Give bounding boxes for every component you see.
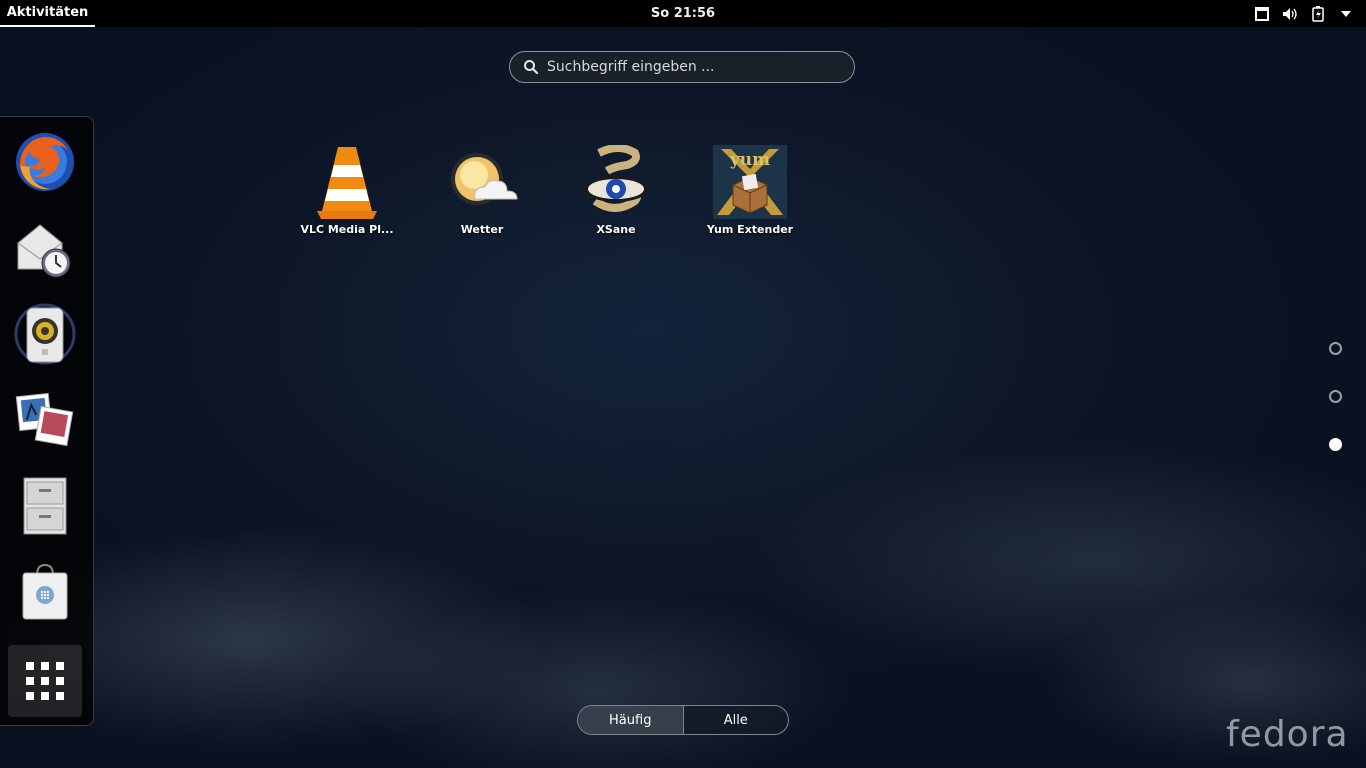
app-wetter[interactable]: Wetter [417, 145, 547, 236]
svg-text:yum: yum [729, 150, 770, 170]
menu-arrow-icon[interactable] [1338, 6, 1354, 22]
window-icon[interactable] [1254, 6, 1270, 22]
show-applications-button[interactable] [8, 645, 82, 717]
vlc-cone-icon [310, 145, 384, 219]
dash [0, 116, 94, 726]
files-cabinet-icon[interactable] [10, 471, 80, 541]
all-tab[interactable]: Alle [684, 706, 789, 734]
xsane-eye-icon [579, 145, 653, 219]
software-bag-icon[interactable] [10, 557, 80, 627]
weather-icon [445, 145, 519, 219]
search-box[interactable] [509, 51, 855, 83]
app-yum-extender[interactable]: yum Yum Extender [685, 145, 815, 236]
top-bar: Aktivitäten So 21:56 [0, 0, 1366, 27]
frequent-tab[interactable]: Häufig [578, 706, 684, 734]
search-input[interactable] [547, 59, 837, 75]
page-indicator-2[interactable] [1329, 390, 1342, 403]
view-switch: Häufig Alle [577, 705, 789, 735]
yum-extender-icon: yum [713, 145, 787, 219]
grid-icon [26, 662, 64, 700]
app-label: VLC Media Pl... [300, 223, 394, 236]
fedora-watermark: fedora [1226, 714, 1349, 755]
app-xsane[interactable]: XSane [551, 145, 681, 236]
app-vlc[interactable]: VLC Media Pl... [282, 145, 412, 236]
shotwell-photos-icon[interactable] [10, 385, 80, 455]
page-indicator-1[interactable] [1329, 342, 1342, 355]
volume-icon[interactable] [1282, 6, 1298, 22]
app-label: Wetter [460, 223, 504, 236]
page-indicator-3[interactable] [1329, 438, 1342, 451]
app-label: XSane [596, 223, 636, 236]
app-label: Yum Extender [706, 223, 794, 236]
system-tray[interactable] [1254, 0, 1354, 27]
clock-label[interactable]: So 21:56 [651, 6, 715, 21]
evolution-mail-icon[interactable] [10, 213, 80, 283]
firefox-icon[interactable] [10, 127, 80, 197]
battery-icon[interactable] [1310, 5, 1326, 22]
search-icon [524, 60, 539, 75]
rhythmbox-speaker-icon[interactable] [10, 299, 80, 369]
clock: So 21:56 [0, 0, 1366, 27]
activities-button[interactable]: Aktivitäten [0, 0, 95, 27]
